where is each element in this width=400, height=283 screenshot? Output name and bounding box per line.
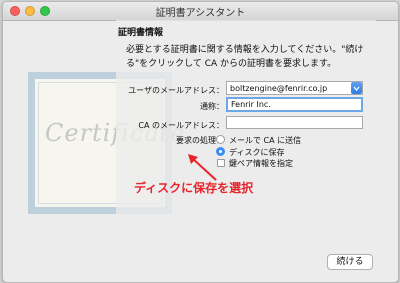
common-name-label: 通称：: [200, 102, 224, 111]
save-to-disk-label: ディスクに保存: [229, 148, 285, 157]
window-title: 証明書アシスタント: [155, 8, 246, 19]
continue-button[interactable]: 続ける: [327, 254, 373, 270]
section-description: 必要とする証明書に関する情報を入力してください。"続ける"をクリックして CA …: [126, 45, 364, 69]
send-to-ca-label: メールで CA に送信: [229, 136, 302, 145]
user-email-dropdown-button[interactable]: [351, 82, 362, 94]
ca-email-label: CA のメールアドレス：: [138, 121, 224, 130]
title-bar: 証明書アシスタント: [3, 2, 398, 21]
user-email-value: boltzengine@fenrir.co.jp: [230, 84, 328, 93]
common-name-field[interactable]: Fenrir Inc.: [226, 97, 363, 112]
chevron-down-icon: [353, 86, 360, 92]
user-email-label: ユーザのメールアドレス：: [128, 86, 224, 95]
user-email-combobox[interactable]: boltzengine@fenrir.co.jp: [226, 81, 363, 95]
ca-email-field[interactable]: [226, 116, 363, 129]
section-title: 証明書情報: [118, 28, 164, 38]
keypair-label: 鍵ペア情報を指定: [229, 159, 293, 168]
annotation-text: ディスクに保存を選択: [134, 181, 254, 195]
radio-send-to-ca[interactable]: [216, 135, 225, 144]
